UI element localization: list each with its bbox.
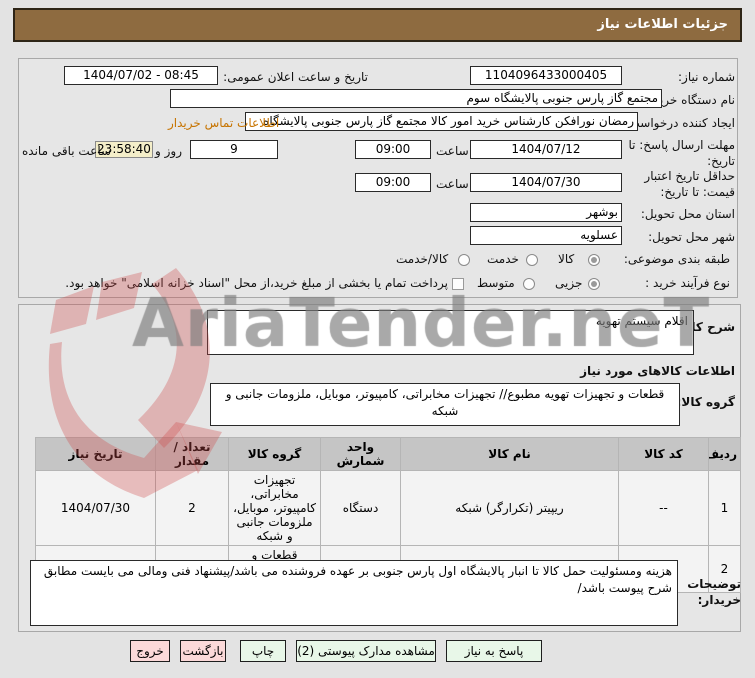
reply-deadline-date: 1404/07/12 — [511, 142, 581, 156]
radio-minor[interactable] — [588, 278, 600, 290]
hours-remaining-label: ساعت باقی مانده — [22, 144, 112, 158]
cell-code: -- — [618, 470, 709, 546]
reply-time-value: 09:00 — [375, 142, 411, 156]
items-table-header-row: ردیف کد کالا نام کالا واحد شمارش گروه کا… — [35, 437, 741, 471]
province-label: استان محل تحویل: — [640, 207, 735, 221]
days-label: روز و — [155, 144, 182, 158]
cell-name: ریپیتر (تکرارگر) شبکه — [400, 470, 619, 546]
exit-button[interactable]: خروج — [130, 640, 170, 662]
need-details-page: { "header": { "title": "جزئیات اطلاعات ن… — [0, 0, 755, 678]
cell-date: 1404/07/30 — [35, 470, 156, 546]
buyer-contact-link[interactable]: اطلاعات تماس خریدار — [168, 116, 279, 130]
group-textarea[interactable]: قطعات و تجهیزات تهویه مطبوع// تجهیزات مخ… — [210, 383, 680, 426]
price-hour-label: ساعت — [436, 177, 469, 191]
page-title: جزئیات اطلاعات نیاز — [597, 17, 728, 32]
radio-goods-service-label: کالا/خدمت — [396, 252, 449, 266]
col-qty: تعداد / مقدار — [155, 437, 229, 471]
table-row: 1 -- ریپیتر (تکرارگر) شبکه دستگاه تجهیزا… — [35, 470, 741, 546]
creator-field[interactable]: رمضان نورافکن کارشناس خرید امور کالا مجت… — [245, 112, 638, 131]
col-group: گروه کالا — [228, 437, 321, 471]
radio-service[interactable] — [526, 254, 538, 266]
province-field[interactable]: بوشهر — [470, 203, 622, 222]
items-heading: اطلاعات کالاهای مورد نیاز — [580, 364, 735, 378]
days-left-value: 9 — [230, 142, 238, 156]
creator-label: ایجاد کننده درخواست: — [624, 116, 735, 130]
price-validity-label: حداقل تاریخ اعتبار قیمت: تا تاریخ: — [644, 169, 735, 200]
reply-time-field[interactable]: 09:00 — [355, 140, 431, 159]
need-desc-textarea[interactable]: اقلام سیستم تهویه — [207, 310, 694, 355]
buyer-notes-label: توضیحات خریدار: — [687, 577, 741, 608]
cell-date-value: 1404/07/30 — [60, 501, 131, 515]
col-date: تاریخ نیاز — [35, 437, 156, 471]
print-button[interactable]: چاپ — [240, 640, 286, 662]
need-number-value: 1104096433000405 — [484, 68, 608, 82]
treasury-note: پرداخت تمام یا بخشی از مبلغ خرید،از محل … — [65, 276, 448, 290]
city-label: شهر محل تحویل: — [648, 230, 735, 244]
price-validity-date: 1404/07/30 — [511, 175, 581, 189]
buyer-notes-textarea[interactable]: هزینه ومسئولیت حمل کالا تا انبار پالایشگ… — [30, 560, 678, 626]
reply-deadline-date-field[interactable]: 1404/07/12 — [470, 140, 622, 159]
radio-goods-service[interactable] — [458, 254, 470, 266]
announce-datetime-label: تاریخ و ساعت اعلان عمومی: — [223, 70, 368, 84]
process-type-label: نوع فرآیند خرید : — [645, 276, 730, 290]
page-title-bar: جزئیات اطلاعات نیاز — [13, 8, 742, 42]
radio-goods[interactable] — [588, 254, 600, 266]
reply-button[interactable]: پاسخ به نیاز — [446, 640, 542, 662]
announce-datetime-field[interactable]: 1404/07/02 - 08:45 — [64, 66, 218, 85]
reply-deadline-label: مهلت ارسال پاسخ: تا تاریخ: — [628, 138, 735, 169]
radio-medium[interactable] — [523, 278, 535, 290]
buyer-org-field[interactable]: مجتمع گاز پارس جنوبی پالایشگاه سوم — [170, 89, 662, 108]
back-button[interactable]: بازگشت — [180, 640, 226, 662]
col-name: نام کالا — [400, 437, 619, 471]
reply-hour-label: ساعت — [436, 144, 469, 158]
radio-medium-label: متوسط — [477, 276, 515, 290]
radio-goods-label: کالا — [558, 252, 575, 266]
treasury-checkbox[interactable] — [452, 278, 464, 290]
need-number-field[interactable]: 1104096433000405 — [470, 66, 622, 85]
col-code: کد کالا — [618, 437, 709, 471]
cell-qty: 2 — [155, 470, 229, 546]
price-time-value: 09:00 — [375, 175, 411, 189]
announce-datetime-value: 1404/07/02 - 08:45 — [83, 68, 199, 82]
city-field[interactable]: عسلویه — [470, 226, 622, 245]
col-index: ردیف — [708, 437, 741, 471]
price-validity-date-field[interactable]: 1404/07/30 — [470, 173, 622, 192]
need-number-label: شماره نیاز: — [678, 70, 735, 84]
radio-service-label: خدمت — [487, 252, 519, 266]
radio-minor-label: جزیی — [555, 276, 583, 290]
attachments-button[interactable]: مشاهده مدارک پیوستی (2) — [296, 640, 436, 662]
classification-label: طبقه بندی موضوعی: — [623, 252, 730, 266]
group-label: گروه کالا: — [676, 395, 735, 409]
cell-index: 1 — [708, 470, 741, 546]
days-left-field[interactable]: 9 — [190, 140, 278, 159]
cell-group: تجهیزات مخابراتی، کامپیوتر، موبایل، ملزو… — [228, 470, 321, 546]
cell-unit: دستگاه — [320, 470, 401, 546]
price-time-field[interactable]: 09:00 — [355, 173, 431, 192]
col-unit: واحد شمارش — [320, 437, 401, 471]
